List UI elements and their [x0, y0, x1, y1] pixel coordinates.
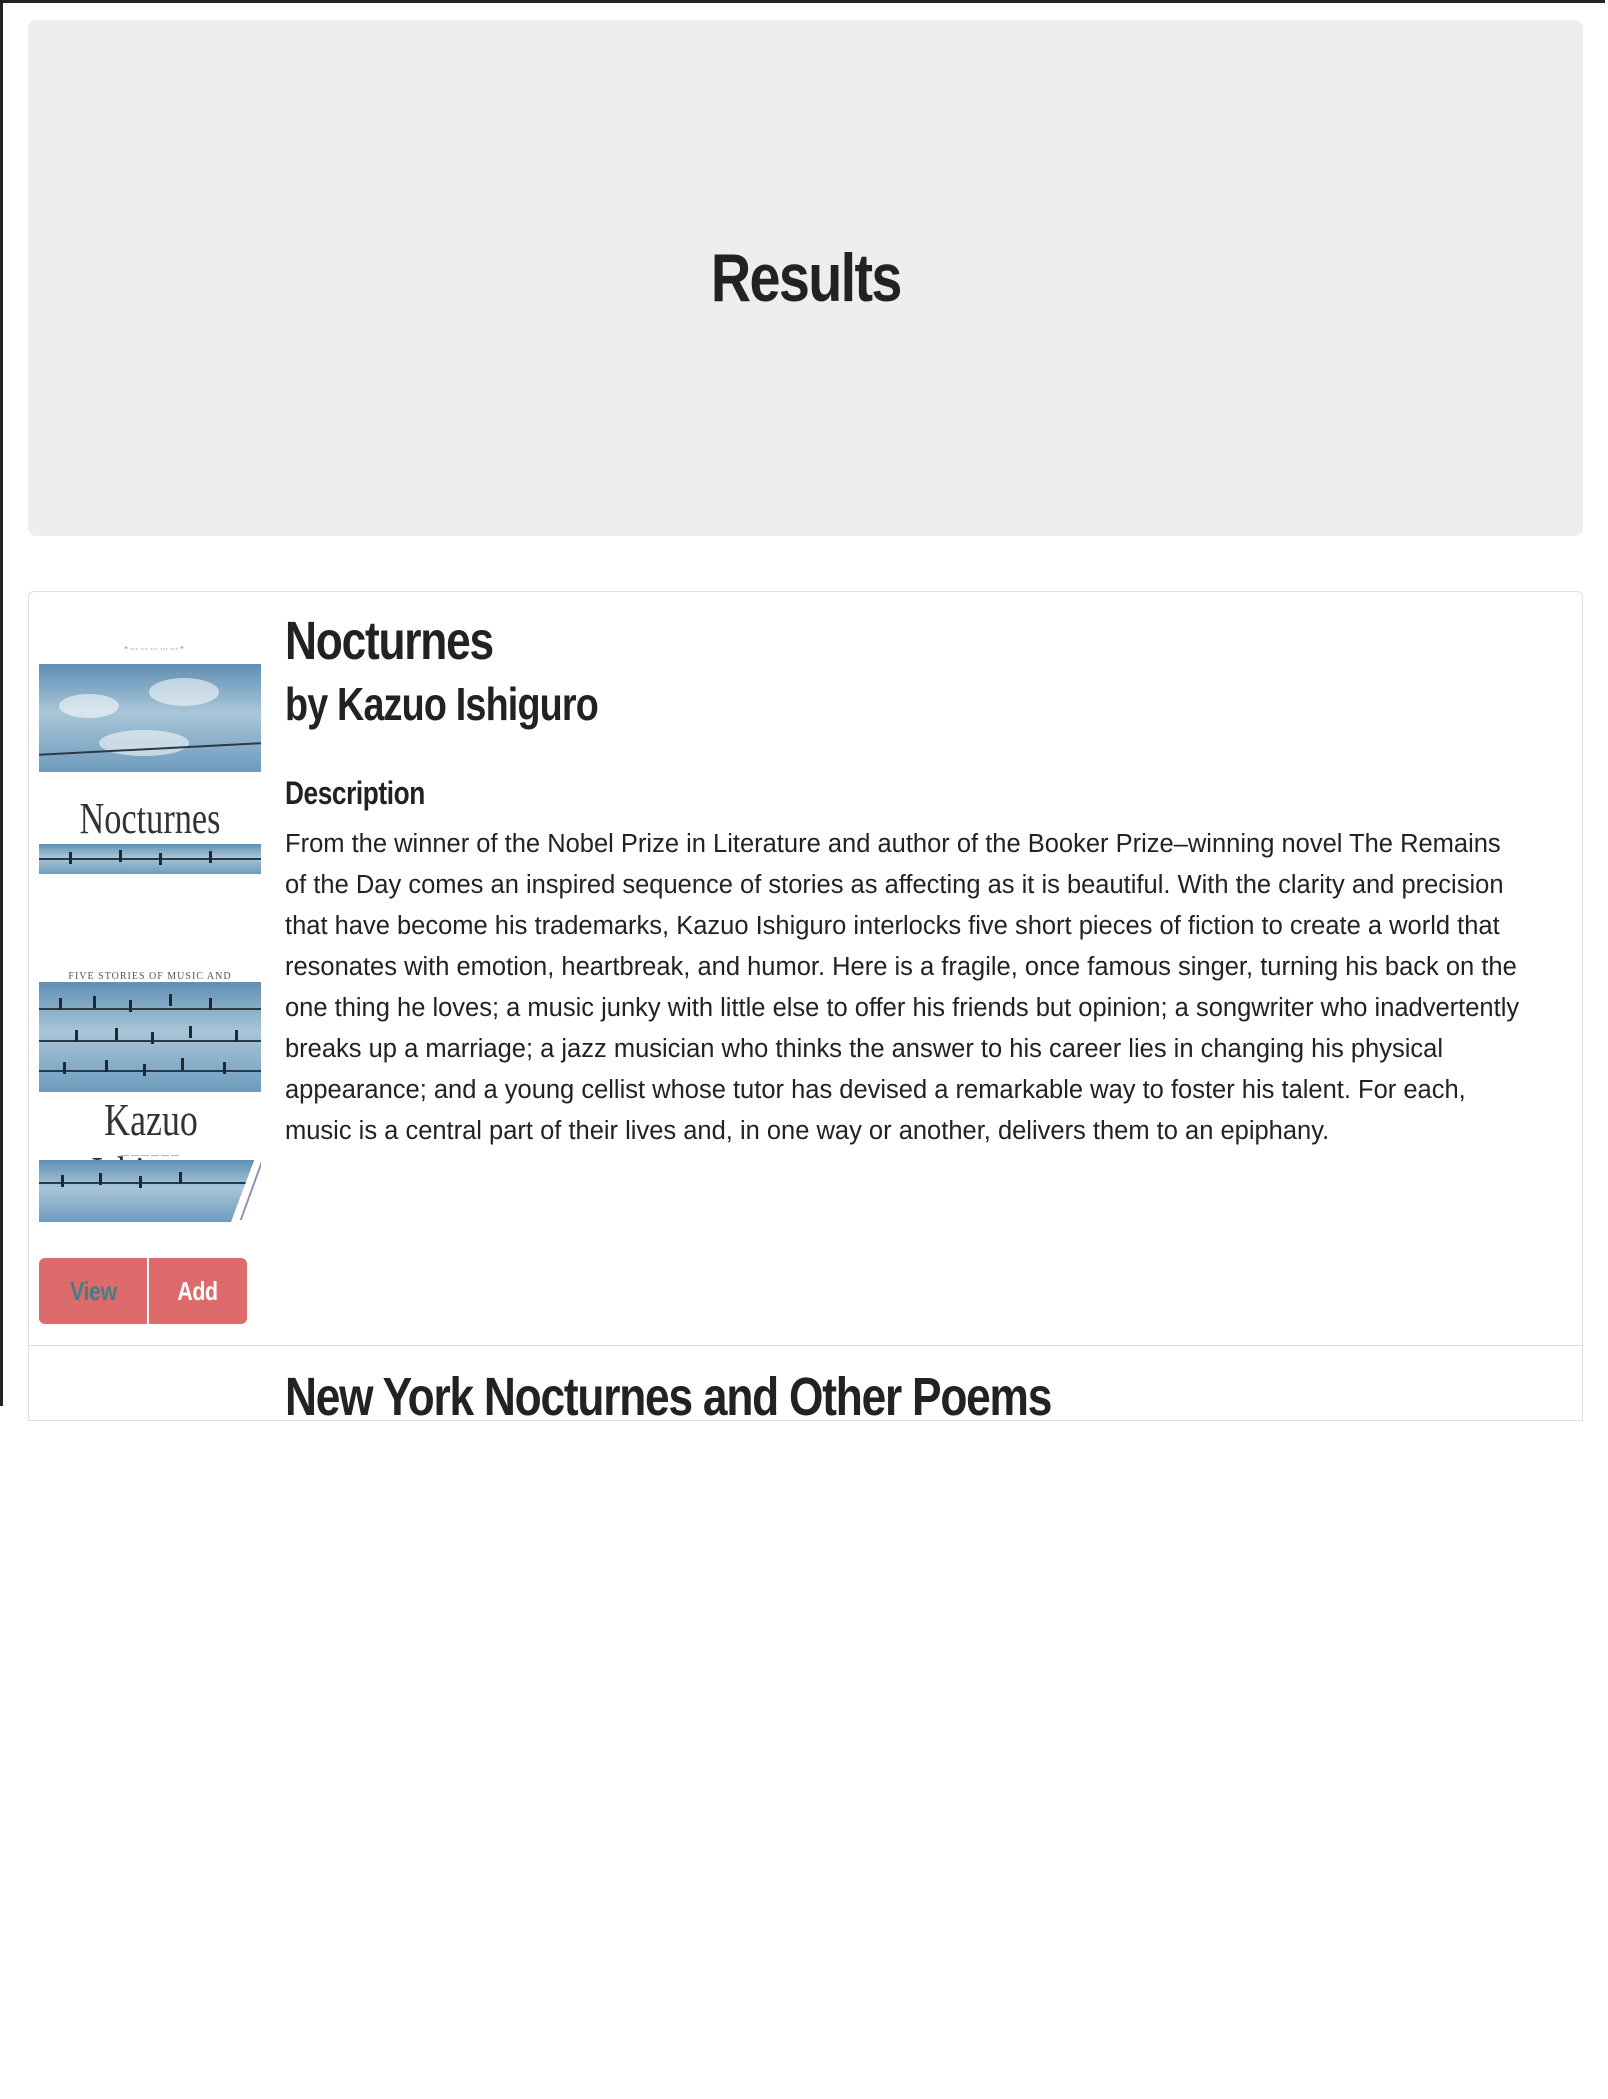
- cover-sky-bottom: [39, 1136, 261, 1222]
- view-button[interactable]: View: [39, 1258, 147, 1324]
- list-item: “ ··· ··· ··· ··· ··· ” Nocturnes FIVE S…: [29, 592, 1582, 1346]
- cover-sky-music: [39, 982, 261, 1092]
- results-list: “ ··· ··· ··· ··· ··· ” Nocturnes FIVE S…: [28, 591, 1583, 1427]
- book-details: Nocturnes by Kazuo Ishiguro Description …: [285, 610, 1545, 1152]
- cover-sky-band: [39, 844, 261, 874]
- cover-blurb: “ ··· ··· ··· ··· ··· ”: [124, 645, 184, 654]
- book-author: by Kazuo Ishiguro: [285, 678, 599, 730]
- page-title: Results: [710, 240, 903, 316]
- list-item: New York Nocturnes and Other Poems: [29, 1346, 1582, 2099]
- book-actions: View Add: [39, 1258, 247, 1324]
- results-header: Results: [28, 20, 1583, 536]
- book-title: New York Nocturnes and Other Poems: [285, 1367, 1052, 1427]
- book-description: From the winner of the Nobel Prize in Li…: [285, 830, 1520, 1145]
- cover-sky-top: [39, 664, 261, 772]
- book-cover-image: “ ··· ··· ··· ··· ··· ” Nocturnes FIVE S…: [39, 638, 261, 1236]
- description-heading: Description: [285, 775, 425, 811]
- book-title: Nocturnes: [285, 611, 494, 671]
- cover-author-sub: — — — — — —: [121, 1150, 179, 1159]
- cover-title: Nocturnes: [79, 794, 221, 843]
- add-button[interactable]: Add: [149, 1258, 247, 1324]
